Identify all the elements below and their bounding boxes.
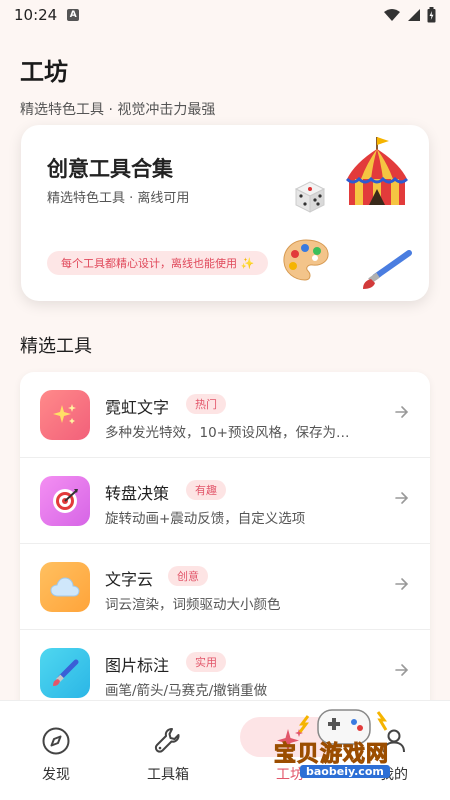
tool-tag: 热门	[186, 394, 226, 414]
status-right	[383, 7, 436, 23]
page-title: 工坊	[20, 58, 68, 86]
status-bar: 10:24 A	[0, 0, 450, 30]
tool-tag: 有趣	[186, 480, 226, 500]
compass-icon	[42, 727, 70, 755]
cloud-icon	[50, 577, 80, 597]
arrow-right-icon	[395, 406, 409, 418]
signal-icon	[408, 9, 420, 21]
dice-icon	[294, 181, 326, 213]
circus-tent-icon	[345, 137, 409, 205]
brush-icon	[53, 659, 79, 686]
tool-name: 图片标注	[105, 656, 170, 675]
tool-icon-bg	[40, 476, 90, 526]
paintbrush-icon	[363, 250, 412, 289]
hero-card[interactable]: 创意工具合集 精选特色工具 · 离线可用 每个工具都精心设计，离线也能使用 ✨	[21, 125, 429, 301]
tool-name: 霓虹文字	[105, 398, 170, 417]
tool-row-word-cloud[interactable]: 文字云 创意 词云渲染，词频驱动大小颜色	[20, 544, 430, 630]
page-subtitle: 精选特色工具 · 视觉冲击力最强	[20, 102, 216, 118]
nav-label: 工具箱	[147, 767, 189, 783]
status-time: 10:24	[14, 6, 58, 24]
nav-item-discover[interactable]: 发现	[0, 701, 112, 800]
hero-chip: 每个工具都精心设计，离线也能使用 ✨	[47, 251, 269, 275]
arrow-right-icon	[395, 492, 409, 504]
wifi-icon	[384, 9, 400, 21]
target-icon	[53, 489, 78, 513]
section-title: 精选工具	[20, 336, 92, 357]
tool-row-neon-text[interactable]: 霓虹文字 热门 多种发光特效，10+预设风格，保存为…	[20, 372, 430, 458]
arrow-right-icon	[395, 664, 409, 676]
tool-list: 霓虹文字 热门 多种发光特效，10+预设风格，保存为… 转盘决策 有趣 旋转动画…	[20, 372, 430, 712]
tool-name: 文字云	[105, 570, 154, 589]
tool-tag: 创意	[168, 566, 208, 586]
hero-subtitle: 精选特色工具 · 离线可用	[47, 191, 190, 206]
palette-icon	[283, 239, 329, 281]
tool-icon-bg	[40, 648, 90, 698]
tool-icon-bg	[40, 390, 90, 440]
battery-icon	[427, 7, 436, 23]
wrench-icon	[154, 728, 180, 753]
nav-label: 发现	[42, 767, 70, 783]
tool-desc: 旋转动画+震动反馈，自定义选项	[105, 511, 306, 527]
tool-desc: 词云渲染，词频驱动大小颜色	[105, 597, 281, 613]
tool-row-wheel-decision[interactable]: 转盘决策 有趣 旋转动画+震动反馈，自定义选项	[20, 458, 430, 544]
tool-desc: 画笔/箭头/马赛克/撤销重做	[105, 683, 268, 699]
watermark-text: 宝贝游戏网	[273, 742, 390, 768]
sparkles-icon	[53, 404, 76, 424]
tool-desc: 多种发光特效，10+预设风格，保存为…	[105, 425, 350, 441]
page-header: 工坊 精选特色工具 · 视觉冲击力最强	[20, 52, 215, 119]
notification-a-icon: A	[67, 9, 80, 21]
nav-item-toolbox[interactable]: 工具箱	[112, 701, 224, 800]
tool-tag: 实用	[186, 652, 226, 672]
arrow-right-icon	[395, 578, 409, 590]
watermark-url: baobeiy.com	[300, 765, 390, 778]
tool-name: 转盘决策	[105, 484, 170, 503]
hero-title: 创意工具合集	[47, 157, 173, 181]
tool-icon-bg	[40, 562, 90, 612]
